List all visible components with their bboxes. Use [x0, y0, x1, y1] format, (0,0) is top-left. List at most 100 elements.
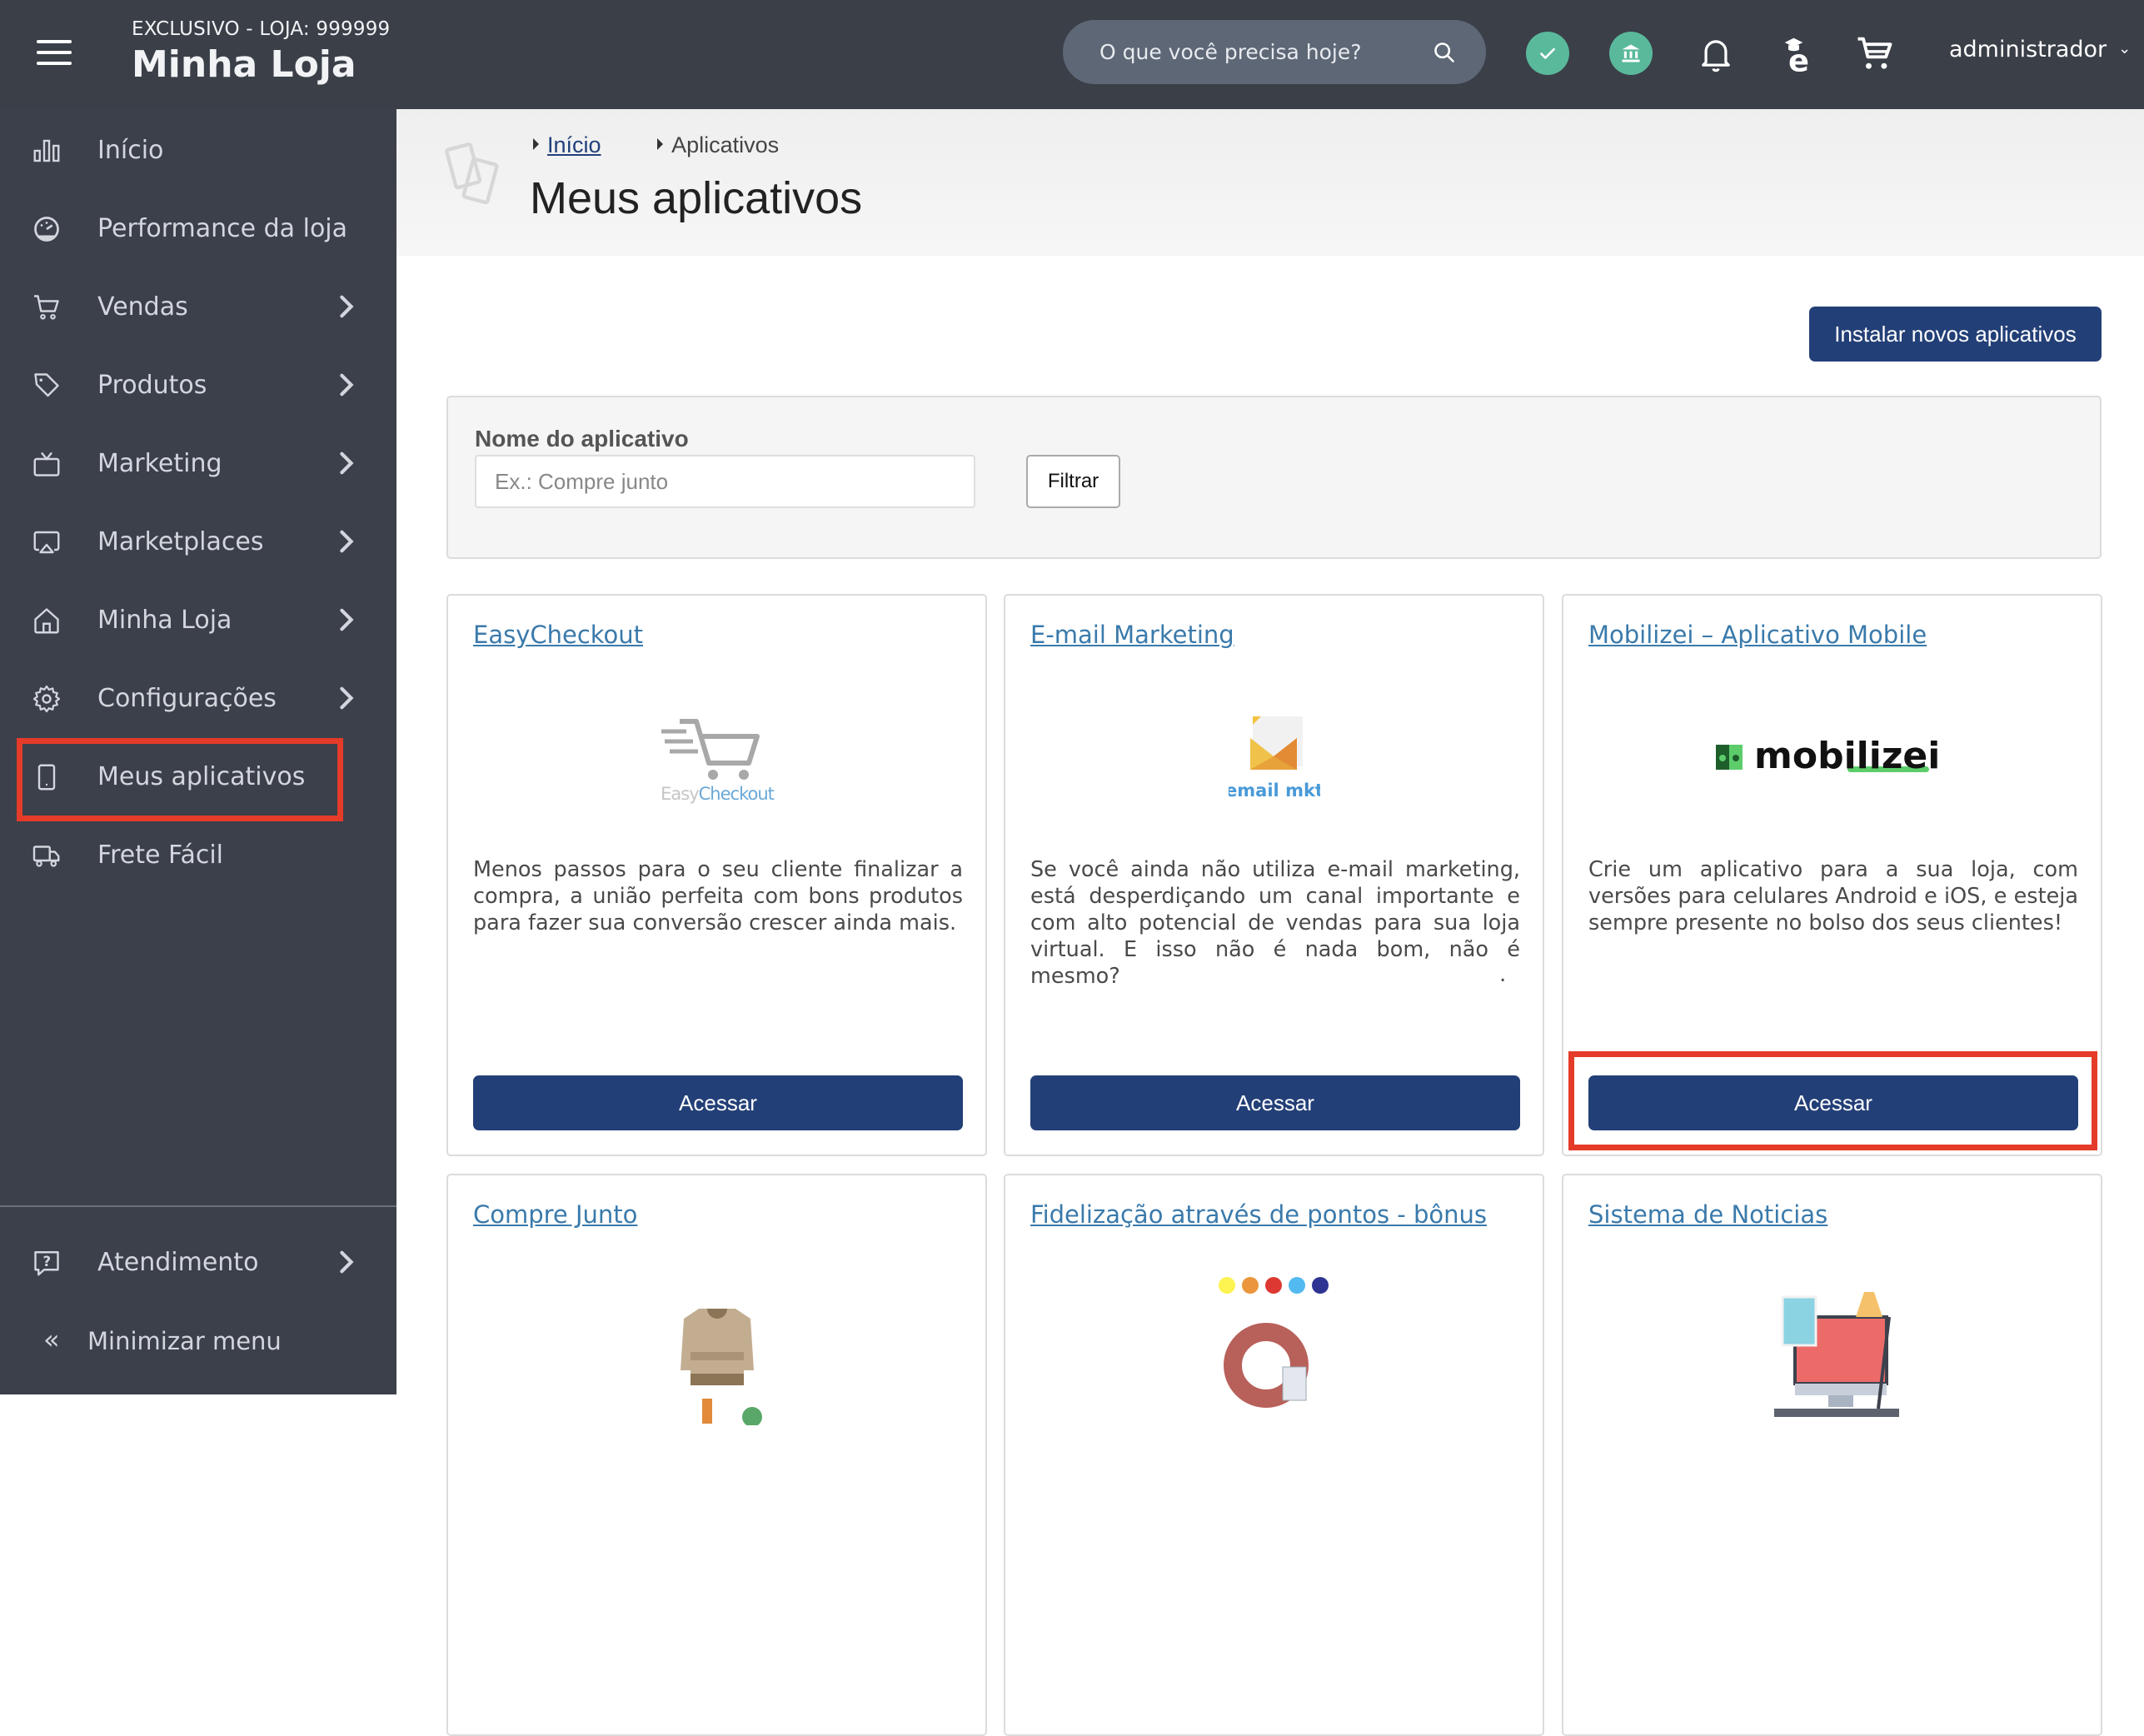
- cart-icon[interactable]: [1852, 32, 1896, 75]
- chevron-down-icon: ⌄: [2118, 40, 2132, 57]
- svg-text:?: ?: [43, 1254, 52, 1270]
- sidebar-item-produtos[interactable]: Produtos: [0, 347, 396, 422]
- sidebar-item-minha-loja[interactable]: Minha Loja: [0, 582, 396, 657]
- sidebar-item-frete-facil[interactable]: Frete Fácil: [0, 817, 396, 892]
- sidebar-item-label: Marketing: [97, 449, 222, 478]
- compre-junto-logo: [448, 1292, 985, 1425]
- sidebar-item-configuracoes[interactable]: Configurações: [0, 661, 396, 736]
- acessar-button[interactable]: Acessar: [473, 1075, 963, 1130]
- hamburger-line: [37, 51, 72, 54]
- sidebar-item-label: Vendas: [97, 292, 188, 322]
- app-description: Menos passos para o seu cliente finaliza…: [473, 857, 963, 935]
- double-chevron-left-icon: «: [43, 1324, 60, 1355]
- page-header: Início Aplicativos Meus aplicativos: [396, 109, 2144, 256]
- breadcrumb-arrow-icon: [657, 138, 664, 150]
- chevron-right-icon: [340, 608, 354, 631]
- bar-chart-icon: [33, 139, 60, 162]
- minimize-menu-button[interactable]: « Minimizar menu: [0, 1309, 396, 1375]
- svg-text:e: e: [1788, 43, 1809, 75]
- chevron-right-icon: [340, 1250, 354, 1274]
- filter-button[interactable]: Filtrar: [1026, 455, 1120, 508]
- sidebar-item-label: Produtos: [97, 371, 207, 400]
- sidebar-item-label: Frete Fácil: [97, 841, 224, 870]
- svg-text:EasyCheckout: EasyCheckout: [661, 784, 775, 804]
- store-subtitle: EXCLUSIVO - LOJA: 999999: [132, 18, 391, 40]
- menu-toggle-button[interactable]: [37, 40, 72, 65]
- sidebar-item-performance[interactable]: Performance da loja: [0, 191, 396, 266]
- app-title-link[interactable]: Compre Junto: [473, 1200, 637, 1229]
- app-title-link[interactable]: EasyCheckout: [473, 621, 643, 649]
- minimize-menu-label: Minimizar menu: [87, 1327, 282, 1355]
- app-description: Se você ainda não utiliza e-mail marketi…: [1030, 857, 1520, 989]
- sidebar: Início Performance da loja Vendas Produt…: [0, 109, 396, 1394]
- sidebar-item-marketplaces[interactable]: Marketplaces: [0, 504, 396, 579]
- stray-dot: .: [1499, 962, 1507, 987]
- home-icon: [34, 608, 59, 634]
- app-title-link[interactable]: Fidelização através de pontos - bônus: [1030, 1200, 1487, 1229]
- breadcrumb-link-inicio[interactable]: Início: [547, 132, 601, 157]
- tag-icon: [34, 373, 59, 397]
- breadcrumb-arrow-icon: [533, 138, 539, 150]
- top-bar: EXCLUSIVO - LOJA: 999999 Minha Loja e ad…: [0, 0, 2144, 109]
- chevron-right-icon: [340, 686, 354, 710]
- sidebar-item-meus-aplicativos[interactable]: Meus aplicativos: [0, 739, 396, 814]
- chevron-right-icon: [340, 451, 354, 475]
- tv-icon: [33, 451, 60, 476]
- sidebar-item-label: Marketplaces: [97, 527, 264, 556]
- chevron-right-icon: [340, 295, 354, 318]
- app-title-link[interactable]: E-mail Marketing: [1030, 621, 1234, 649]
- phone-icon: [37, 764, 56, 791]
- chevron-right-icon: [340, 530, 354, 553]
- sidebar-item-label: Minha Loja: [97, 606, 232, 635]
- svg-text:mobilizei: mobilizei: [1754, 735, 1940, 777]
- hamburger-line: [37, 62, 72, 65]
- app-title-link[interactable]: Mobilizei – Aplicativo Mobile: [1588, 621, 1927, 649]
- hamburger-icon: [37, 40, 72, 43]
- sidebar-item-marketing[interactable]: Marketing: [0, 426, 396, 501]
- app-card-easycheckout: EasyCheckout EasyCheckout Menos passos p…: [446, 594, 987, 1156]
- app-card-compre-junto: Compre Junto: [446, 1174, 987, 1736]
- acessar-button[interactable]: Acessar: [1588, 1075, 2078, 1130]
- fidelizacao-logo: [1005, 1267, 1543, 1409]
- search-input[interactable]: [1099, 20, 1416, 84]
- filter-label: Nome do aplicativo: [475, 426, 689, 451]
- sidebar-divider: [0, 1205, 396, 1207]
- bank-icon[interactable]: [1609, 32, 1653, 75]
- app-card-email-marketing: E-mail Marketing email mkt Se você ainda…: [1004, 594, 1544, 1156]
- user-name: administrador: [1949, 37, 2107, 62]
- breadcrumb: Início Aplicativos: [533, 132, 779, 158]
- sidebar-item-label: Início: [97, 136, 164, 165]
- user-menu[interactable]: administrador ⌄: [1949, 37, 2131, 62]
- sidebar-item-label: Configurações: [97, 684, 277, 713]
- app-title-link[interactable]: Sistema de Noticias: [1588, 1200, 1827, 1229]
- store-name[interactable]: Minha Loja: [132, 43, 357, 86]
- sidebar-item-inicio[interactable]: Início: [0, 112, 396, 187]
- install-apps-button[interactable]: Instalar novos aplicativos: [1809, 307, 2102, 362]
- app-card-mobilizei: Mobilizei – Aplicativo Mobile mobilizei …: [1562, 594, 2102, 1156]
- sidebar-item-atendimento[interactable]: ? Atendimento: [0, 1225, 396, 1300]
- sidebar-item-vendas[interactable]: Vendas: [0, 269, 396, 344]
- app-card-fidelizacao: Fidelização através de pontos - bônus: [1004, 1174, 1544, 1736]
- app-card-sistema-noticias: Sistema de Noticias: [1562, 1174, 2102, 1736]
- svg-text:email mkt: email mkt: [1229, 781, 1320, 801]
- sidebar-item-label: Meus aplicativos: [97, 762, 306, 791]
- app-description: Crie um aplicativo para a sua loja, com …: [1588, 857, 2078, 935]
- search-icon[interactable]: [1433, 41, 1456, 64]
- acessar-button[interactable]: Acessar: [1030, 1075, 1520, 1130]
- status-check-icon[interactable]: [1526, 32, 1569, 75]
- education-icon[interactable]: e: [1778, 32, 1821, 79]
- filter-panel: Nome do aplicativo Filtrar: [446, 396, 2102, 559]
- truck-icon: [32, 846, 60, 867]
- mobilizei-logo: mobilizei: [1563, 712, 2101, 812]
- apps-page-icon: [445, 142, 499, 205]
- global-search: [1063, 20, 1486, 84]
- page-title: Meus aplicativos: [530, 173, 863, 223]
- airplay-icon: [33, 531, 60, 554]
- bell-icon[interactable]: [1694, 32, 1738, 75]
- sidebar-item-label: Performance da loja: [97, 214, 348, 243]
- easycheckout-logo: EasyCheckout: [448, 712, 985, 812]
- email-mkt-logo: email mkt: [1005, 712, 1543, 812]
- app-name-input[interactable]: [475, 455, 975, 508]
- sidebar-item-label: Atendimento: [97, 1248, 259, 1277]
- help-chat-icon: ?: [34, 1251, 59, 1276]
